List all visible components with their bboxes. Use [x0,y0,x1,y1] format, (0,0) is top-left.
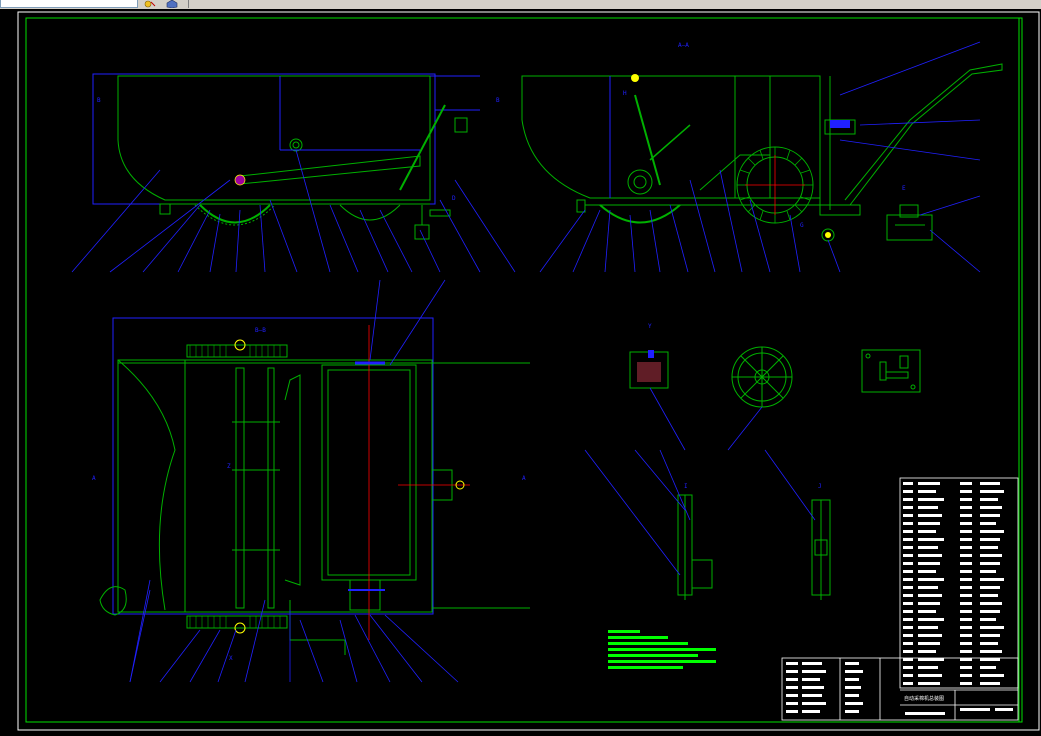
drawing-title: 自动采棉机总装图 [904,695,944,702]
parts-list-rows [786,482,1013,715]
label-x: X [229,655,233,662]
toolbar-separator [188,0,189,8]
label-i: I [684,483,688,490]
side-view-left [92,73,480,240]
label-b-left: B [97,97,101,104]
section-i [677,494,713,600]
label-a-right: A [522,475,526,482]
label-b-right: B [496,97,500,104]
leaders-top-view [129,279,459,683]
label-a-left: A [92,475,96,482]
drawing-frame [25,17,1023,723]
section-j [811,499,831,600]
leaders-side-left [71,149,516,273]
technical-notes [608,630,716,669]
layer-tool-icon[interactable] [144,0,156,8]
gear-teeth-top [189,345,281,628]
label-j: J [818,483,822,490]
layer-dropdown[interactable] [0,0,138,8]
label-bb: B—B [255,327,266,334]
layer-props-icon[interactable] [166,0,178,8]
assembly-drawing: B B D A—A H G E B—B A A X Z Y I J 自动采棉机总… [17,11,1040,731]
label-g: G [800,222,804,229]
detail-wheel [731,346,793,408]
top-view [99,317,530,655]
label-h: H [623,90,627,97]
label-y: Y [648,323,652,330]
drawing-canvas[interactable]: B B D A—A H G E B—B A A X Z Y I J 自动采棉机总… [0,9,1041,736]
label-aa: A—A [678,42,689,49]
detail-bracket [861,349,921,393]
label-e: E [902,185,906,192]
label-z: Z [227,463,231,470]
leaders-ij [584,449,816,576]
leaders-details [649,387,763,451]
label-d: D [452,195,456,202]
